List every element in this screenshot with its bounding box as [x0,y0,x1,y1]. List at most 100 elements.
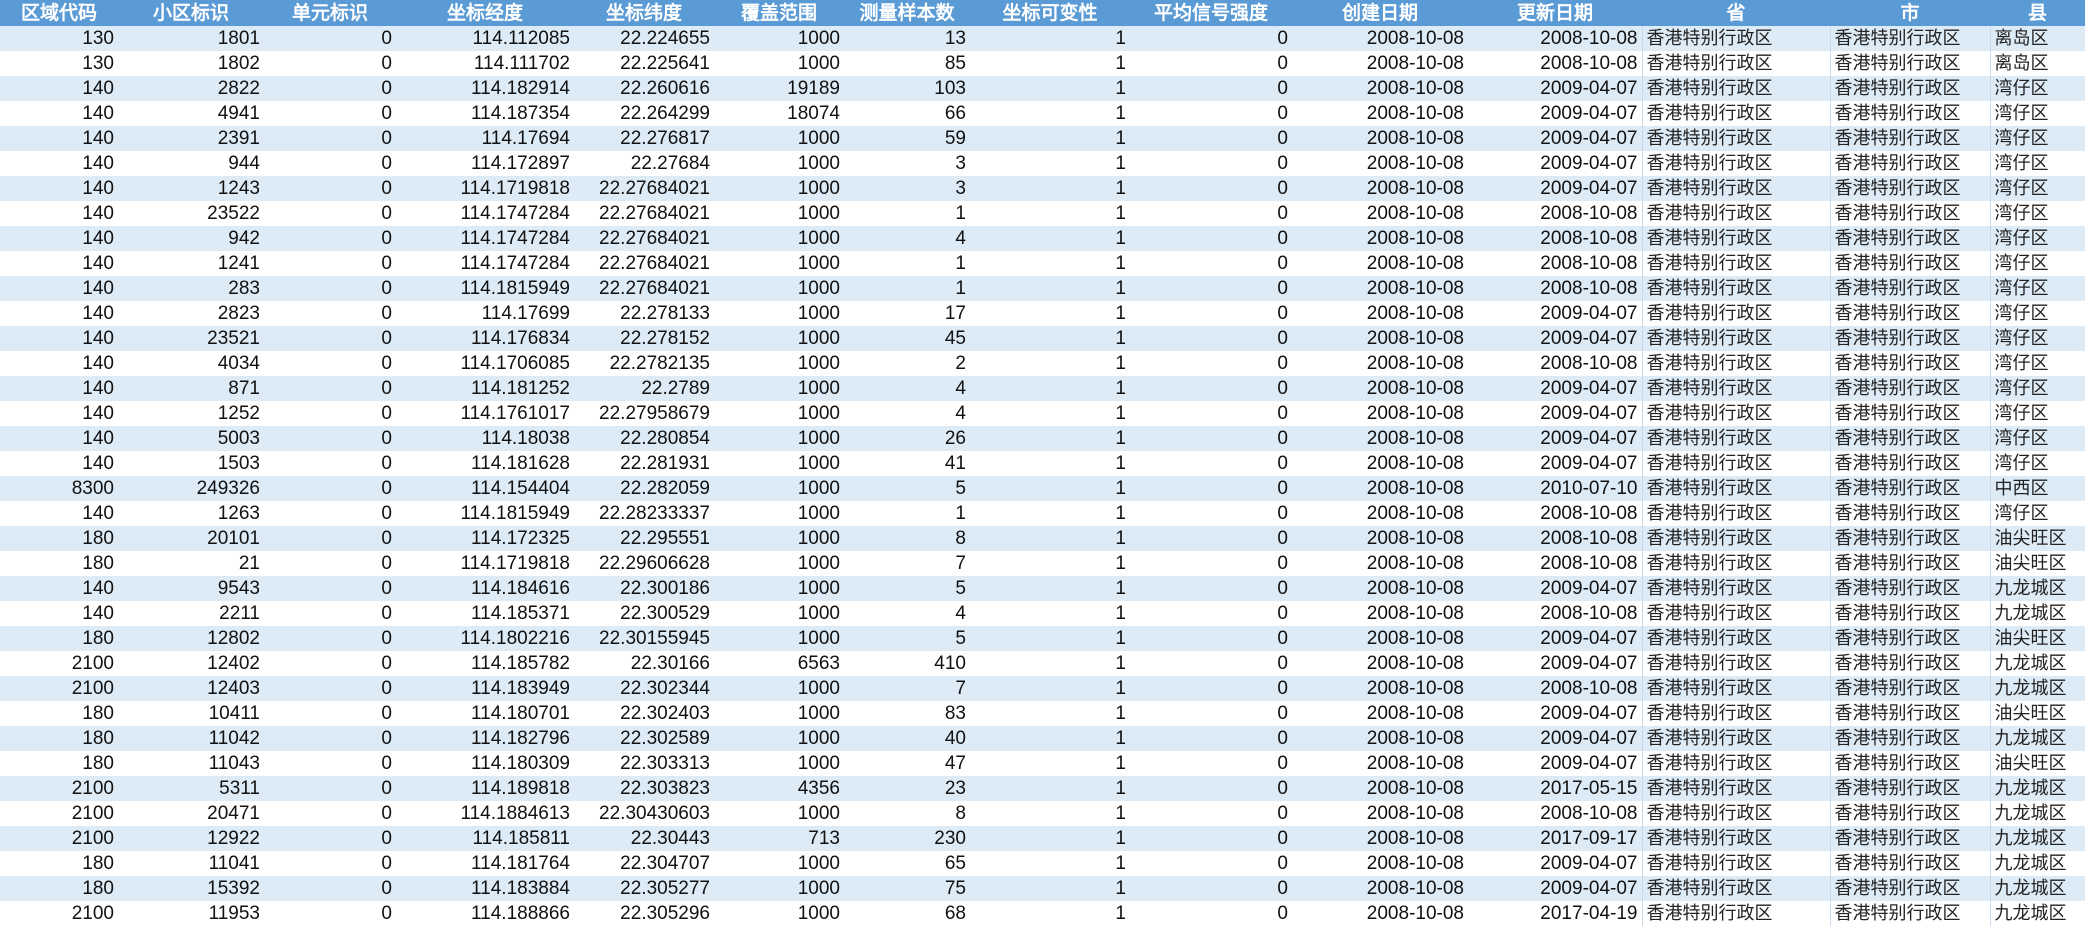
cell-coord-variability[interactable]: 1 [970,26,1130,51]
cell-province[interactable]: 香港特别行政区 [1641,826,1830,851]
cell-latitude[interactable]: 22.280854 [574,426,714,451]
cell-coverage[interactable]: 1000 [714,576,844,601]
cell-region-code[interactable]: 140 [0,151,118,176]
cell-county[interactable]: 油尖旺区 [1989,701,2085,726]
cell-cell-id[interactable]: 1263 [118,501,264,526]
cell-longitude[interactable]: 114.1884613 [396,801,574,826]
cell-region-code[interactable]: 140 [0,126,118,151]
cell-cell-id[interactable]: 15392 [118,876,264,901]
cell-province[interactable]: 香港特别行政区 [1641,576,1830,601]
cell-sample-count[interactable]: 5 [844,476,970,501]
cell-province[interactable]: 香港特别行政区 [1641,326,1830,351]
cell-created-date[interactable]: 2008-10-08 [1292,76,1468,101]
cell-province[interactable]: 香港特别行政区 [1641,26,1830,51]
cell-sample-count[interactable]: 3 [844,151,970,176]
cell-county[interactable]: 湾仔区 [1989,501,2085,526]
cell-coverage[interactable]: 6563 [714,651,844,676]
cell-longitude[interactable]: 114.181628 [396,451,574,476]
cell-region-code[interactable]: 180 [0,701,118,726]
cell-avg-signal[interactable]: 0 [1130,126,1292,151]
cell-longitude[interactable]: 114.1815949 [396,276,574,301]
column-header-updated-date[interactable]: 更新日期 [1468,0,1642,26]
cell-unit-id[interactable]: 0 [264,751,396,776]
cell-longitude[interactable]: 114.1747284 [396,226,574,251]
cell-city[interactable]: 香港特别行政区 [1829,301,1990,326]
cell-sample-count[interactable]: 4 [844,376,970,401]
cell-county[interactable]: 湾仔区 [1989,301,2085,326]
cell-created-date[interactable]: 2008-10-08 [1292,326,1468,351]
cell-created-date[interactable]: 2008-10-08 [1292,751,1468,776]
cell-avg-signal[interactable]: 0 [1130,876,1292,901]
cell-latitude[interactable]: 22.224655 [574,26,714,51]
cell-unit-id[interactable]: 0 [264,426,396,451]
cell-longitude[interactable]: 114.111702 [396,51,574,76]
cell-created-date[interactable]: 2008-10-08 [1292,226,1468,251]
cell-coverage[interactable]: 1000 [714,526,844,551]
cell-coord-variability[interactable]: 1 [970,76,1130,101]
cell-sample-count[interactable]: 4 [844,401,970,426]
cell-city[interactable]: 香港特别行政区 [1829,826,1990,851]
cell-province[interactable]: 香港特别行政区 [1641,426,1830,451]
cell-avg-signal[interactable]: 0 [1130,301,1292,326]
cell-coord-variability[interactable]: 1 [970,526,1130,551]
cell-created-date[interactable]: 2008-10-08 [1292,701,1468,726]
cell-longitude[interactable]: 114.180701 [396,701,574,726]
cell-longitude[interactable]: 114.1815949 [396,501,574,526]
cell-unit-id[interactable]: 0 [264,376,396,401]
cell-coord-variability[interactable]: 1 [970,626,1130,651]
cell-latitude[interactable]: 22.260616 [574,76,714,101]
cell-cell-id[interactable]: 23521 [118,326,264,351]
cell-region-code[interactable]: 2100 [0,801,118,826]
cell-coverage[interactable]: 1000 [714,851,844,876]
cell-region-code[interactable]: 180 [0,551,118,576]
cell-avg-signal[interactable]: 0 [1130,226,1292,251]
cell-sample-count[interactable]: 85 [844,51,970,76]
cell-created-date[interactable]: 2008-10-08 [1292,301,1468,326]
cell-coord-variability[interactable]: 1 [970,426,1130,451]
cell-sample-count[interactable]: 4 [844,226,970,251]
cell-created-date[interactable]: 2008-10-08 [1292,576,1468,601]
cell-created-date[interactable]: 2008-10-08 [1292,176,1468,201]
cell-sample-count[interactable]: 2 [844,351,970,376]
cell-created-date[interactable]: 2008-10-08 [1292,501,1468,526]
cell-coord-variability[interactable]: 1 [970,351,1130,376]
cell-city[interactable]: 香港特别行政区 [1829,801,1990,826]
cell-unit-id[interactable]: 0 [264,576,396,601]
cell-city[interactable]: 香港特别行政区 [1829,426,1990,451]
cell-created-date[interactable]: 2008-10-08 [1292,626,1468,651]
cell-sample-count[interactable]: 1 [844,201,970,226]
cell-coverage[interactable]: 1000 [714,176,844,201]
cell-coverage[interactable]: 1000 [714,276,844,301]
cell-cell-id[interactable]: 5003 [118,426,264,451]
cell-region-code[interactable]: 140 [0,301,118,326]
cell-unit-id[interactable]: 0 [264,651,396,676]
cell-county[interactable]: 湾仔区 [1989,76,2085,101]
cell-latitude[interactable]: 22.303823 [574,776,714,801]
cell-region-code[interactable]: 130 [0,26,118,51]
cell-avg-signal[interactable]: 0 [1130,726,1292,751]
cell-latitude[interactable]: 22.2789 [574,376,714,401]
cell-region-code[interactable]: 140 [0,576,118,601]
cell-coord-variability[interactable]: 1 [970,251,1130,276]
cell-latitude[interactable]: 22.28233337 [574,501,714,526]
cell-avg-signal[interactable]: 0 [1130,426,1292,451]
cell-province[interactable]: 香港特别行政区 [1641,76,1830,101]
cell-coord-variability[interactable]: 1 [970,751,1130,776]
cell-latitude[interactable]: 22.27684021 [574,251,714,276]
cell-created-date[interactable]: 2008-10-08 [1292,376,1468,401]
column-header-province[interactable]: 省 [1642,0,1830,26]
cell-sample-count[interactable]: 8 [844,526,970,551]
cell-sample-count[interactable]: 103 [844,76,970,101]
cell-province[interactable]: 香港特别行政区 [1641,751,1830,776]
cell-updated-date[interactable]: 2009-04-07 [1468,751,1642,776]
cell-updated-date[interactable]: 2009-04-07 [1468,651,1642,676]
cell-avg-signal[interactable]: 0 [1130,251,1292,276]
cell-avg-signal[interactable]: 0 [1130,526,1292,551]
cell-avg-signal[interactable]: 0 [1130,451,1292,476]
cell-created-date[interactable]: 2008-10-08 [1292,876,1468,901]
column-header-avg-signal[interactable]: 平均信号强度 [1130,0,1292,26]
cell-county[interactable]: 湾仔区 [1989,251,2085,276]
cell-region-code[interactable]: 140 [0,176,118,201]
cell-latitude[interactable]: 22.264299 [574,101,714,126]
cell-updated-date[interactable]: 2009-04-07 [1468,451,1642,476]
